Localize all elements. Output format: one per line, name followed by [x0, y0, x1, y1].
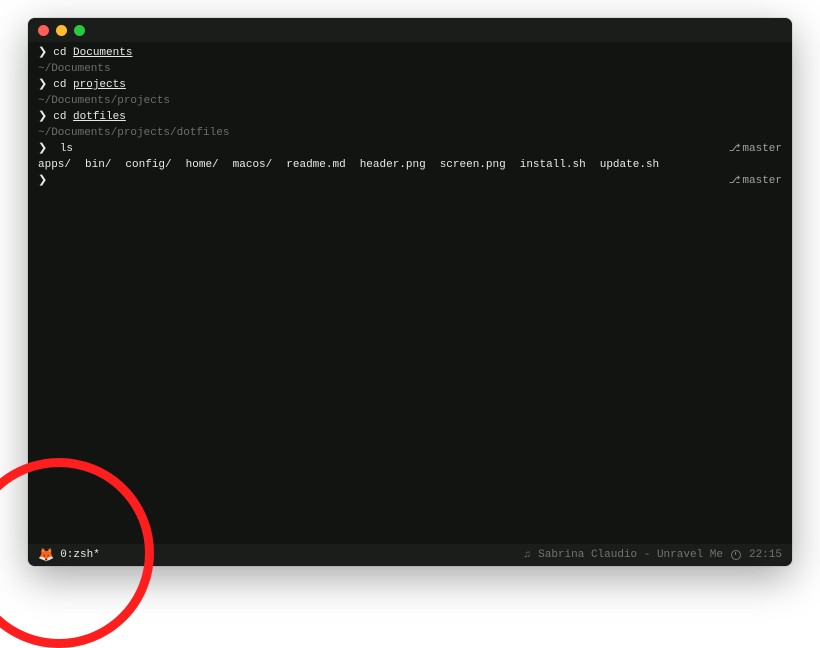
session-name: 0:zsh*: [60, 549, 100, 561]
prompt-line: ❯ ls ⎇ master: [38, 142, 782, 158]
prompt-caret: ❯: [38, 143, 47, 155]
ls-item: bin/: [85, 158, 111, 174]
branch-name: master: [742, 174, 782, 190]
fox-icon: 🦊: [38, 549, 54, 562]
clock-time: 22:15: [749, 549, 782, 561]
cwd-path: ~/Documents: [38, 62, 111, 78]
ls-item: install.sh: [520, 158, 586, 174]
ls-item: update.sh: [600, 158, 659, 174]
command-text: cd Documents: [53, 46, 132, 62]
cwd-line: ~/Documents/projects: [38, 94, 782, 110]
ls-item: readme.md: [286, 158, 345, 174]
ls-item: macos/: [233, 158, 273, 174]
music-icon: ♫: [524, 550, 530, 561]
command-text: cd dotfiles: [53, 110, 126, 126]
prompt-caret: ❯: [38, 46, 47, 62]
status-left: 🦊 0:zsh*: [38, 549, 100, 562]
prompt-line: ❯ cd dotfiles: [38, 110, 782, 126]
ls-item: screen.png: [440, 158, 506, 174]
cwd-path: ~/Documents/projects: [38, 94, 170, 110]
prompt-line: ❯ ⎇ master: [38, 174, 782, 190]
prompt-line: ❯ cd Documents: [38, 46, 782, 62]
tmux-statusbar: 🦊 0:zsh* ♫ Sabrina Claudio - Unravel Me …: [28, 544, 792, 566]
prompt-caret: ❯: [38, 78, 47, 94]
now-playing: Sabrina Claudio - Unravel Me: [538, 549, 723, 561]
ls-item: header.png: [360, 158, 426, 174]
branch-icon: ⎇: [729, 175, 741, 190]
ls-item: home/: [186, 158, 219, 174]
close-icon[interactable]: [38, 25, 49, 36]
command-text: ls: [60, 143, 73, 155]
cwd-line: ~/Documents/projects/dotfiles: [38, 126, 782, 142]
status-right: ♫ Sabrina Claudio - Unravel Me 22:15: [524, 549, 782, 561]
terminal-window: ❯ cd Documents ~/Documents ❯ cd projects…: [28, 18, 792, 566]
ls-item: config/: [125, 158, 171, 174]
prompt-caret: ❯: [38, 175, 47, 187]
titlebar: [28, 18, 792, 42]
zoom-icon[interactable]: [74, 25, 85, 36]
cwd-line: ~/Documents: [38, 62, 782, 78]
cwd-path: ~/Documents/projects/dotfiles: [38, 126, 229, 142]
ls-output: apps/ bin/ config/ home/ macos/ readme.m…: [38, 158, 782, 174]
command-text: cd projects: [53, 78, 126, 94]
git-branch-indicator: ⎇ master: [729, 174, 782, 190]
terminal-body[interactable]: ❯ cd Documents ~/Documents ❯ cd projects…: [28, 42, 792, 544]
clock-icon: [731, 550, 741, 560]
prompt-line: ❯ cd projects: [38, 78, 782, 94]
prompt-caret: ❯: [38, 110, 47, 126]
ls-item: apps/: [38, 158, 71, 174]
minimize-icon[interactable]: [56, 25, 67, 36]
branch-icon: ⎇: [729, 143, 741, 158]
git-branch-indicator: ⎇ master: [729, 142, 782, 158]
branch-name: master: [742, 142, 782, 158]
